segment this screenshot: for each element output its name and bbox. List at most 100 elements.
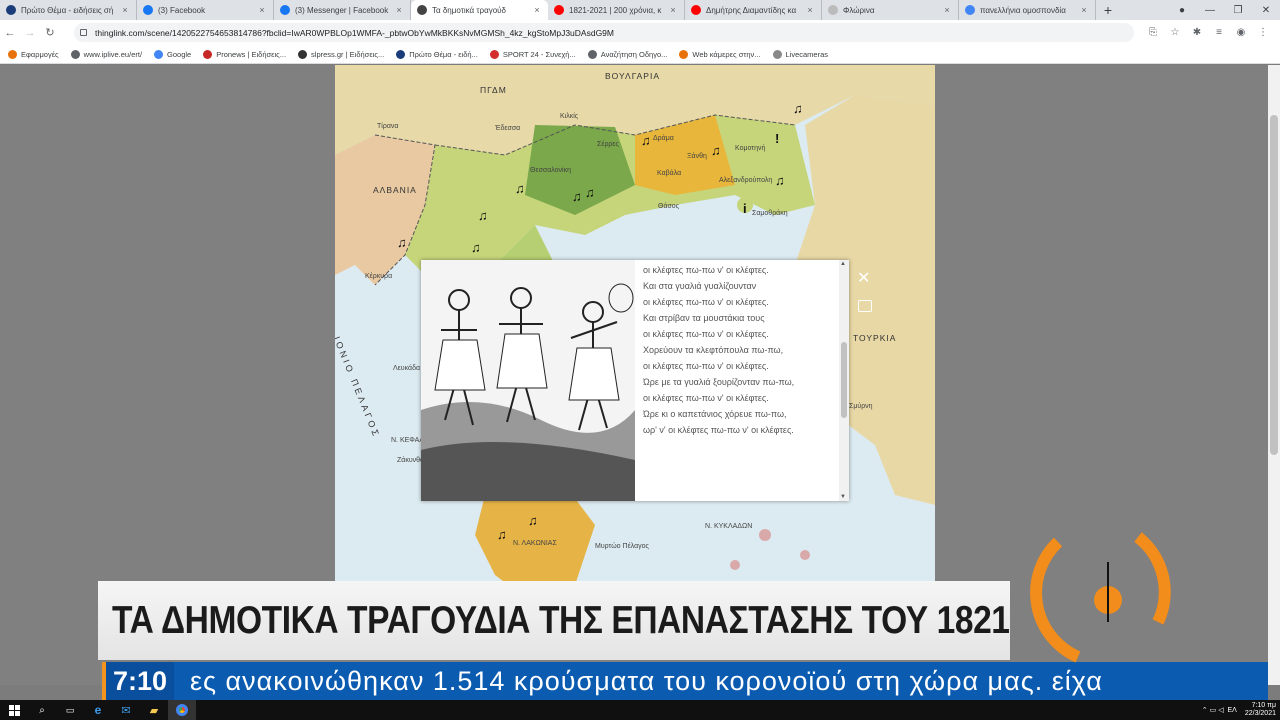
profile-avatar-icon[interactable]: ◉ [1230, 27, 1252, 38]
browser-tab[interactable]: Φλώρινα × [822, 0, 959, 20]
url-text: thinglink.com/scene/1420522754653814786?… [95, 27, 614, 38]
tab-label: (3) Messenger | Facebook [295, 5, 389, 15]
bookmark-item[interactable]: Αναζήτηση Οδηγο... [587, 49, 667, 59]
restore-button[interactable]: ❐ [1224, 5, 1252, 16]
map-label-alexandroupoli: Αλεξανδρούπολη [719, 177, 773, 184]
reload-button[interactable]: ↻ [40, 26, 60, 39]
bookmark-star-icon[interactable]: ☆ [1164, 27, 1186, 38]
music-note-icon[interactable]: ♫ [641, 133, 651, 148]
edge-browser-icon[interactable]: e [84, 700, 112, 720]
bookmark-item[interactable]: Pronews | Ειδήσεις... [203, 49, 286, 59]
lyric-line: Χορεύουν τα κλεφτόπουλα πω-πω, [643, 345, 784, 355]
tab-close-icon[interactable]: × [532, 5, 542, 15]
close-icon[interactable]: ✕ [857, 268, 870, 288]
window-controls: ● — ❐ ✕ [1168, 0, 1280, 20]
map-label-kilkis: Κιλκίς [560, 113, 579, 120]
bookmark-item[interactable]: SPORT 24 - Συνεχή... [489, 49, 576, 59]
bookmark-item[interactable]: Google [154, 49, 191, 59]
music-note-icon[interactable]: ♫ [585, 185, 595, 200]
audio-icon[interactable] [858, 300, 872, 312]
browser-tab[interactable]: (3) Messenger | Facebook × [274, 0, 411, 20]
browser-tab[interactable]: Πρώτο Θέμα - ειδήσεις σή × [0, 0, 137, 20]
map-label-xanthi: Ξάνθη [687, 153, 707, 160]
popup-scrollbar[interactable]: ▲ ▼ [839, 260, 849, 501]
scrollbar-thumb[interactable] [1270, 115, 1278, 455]
tab-favicon-icon [6, 5, 16, 15]
exclamation-icon[interactable]: ! [775, 131, 779, 146]
mail-icon[interactable]: ✉ [112, 700, 140, 720]
clock-date: 22/3/2021 [1244, 710, 1276, 717]
lyric-line: οι κλέφτες πω-πω ν' οι κλέφτες. [643, 265, 769, 275]
music-note-icon[interactable]: ♫ [711, 143, 721, 158]
lyric-line: ωρ' ν' οι κλέφτες πω-πω ν' οι κλέφτες. [643, 425, 794, 435]
bookmark-item[interactable]: slpress.gr | Ειδήσεις... [298, 49, 384, 59]
tab-close-icon[interactable]: × [394, 5, 404, 15]
browser-tab[interactable]: πανελλήνια ομοσπονδία × [959, 0, 1096, 20]
music-note-icon[interactable]: ♫ [471, 240, 481, 255]
browser-tab[interactable]: 1821-2021 | 200 χρόνια, κ × [548, 0, 685, 20]
network-icon[interactable]: ▭ [1210, 706, 1217, 714]
cyclades-island [800, 550, 810, 560]
tab-close-icon[interactable]: × [1079, 5, 1089, 15]
tab-favicon-icon [828, 5, 838, 15]
chrome-browser-icon[interactable] [168, 700, 196, 720]
browser-tab[interactable]: (3) Facebook × [137, 0, 274, 20]
volume-icon[interactable]: ◁ [1218, 706, 1223, 714]
windows-start-icon[interactable] [0, 700, 28, 720]
map-label-drama: Δράμα [653, 135, 674, 142]
browser-tab[interactable]: Τα δημοτικά τραγούδ × [411, 0, 548, 20]
bookmark-item[interactable]: www.iplive.eu/ert/ [70, 49, 143, 59]
map-label-thasos: Θάσος [658, 203, 680, 210]
music-note-icon[interactable]: ♫ [515, 181, 525, 196]
scroll-down-icon[interactable]: ▼ [840, 494, 846, 500]
cyclades-island [759, 529, 771, 541]
music-note-icon[interactable]: ♫ [793, 101, 803, 116]
language-indicator[interactable]: ΕΛ [1227, 707, 1236, 714]
music-note-icon[interactable]: ♫ [775, 173, 785, 188]
tray-arrow-icon[interactable]: ⌃ [1202, 706, 1208, 714]
bookmark-item[interactable]: Πρώτο Θέμα - ειδή... [396, 49, 478, 59]
minimize-button[interactable]: — [1196, 5, 1224, 16]
extensions-icon[interactable]: ✱ [1186, 27, 1208, 38]
file-explorer-icon[interactable]: ▰ [140, 700, 168, 720]
tab-close-icon[interactable]: × [120, 5, 130, 15]
popup-scroll-thumb[interactable] [841, 342, 847, 418]
taskbar-clock[interactable]: 7:10 πμ 22/3/2021 [1245, 702, 1276, 718]
forward-button[interactable]: → [20, 27, 40, 39]
task-view-icon[interactable]: ▭ [56, 700, 84, 720]
bookmark-favicon-icon [396, 49, 406, 59]
music-note-icon[interactable]: ♫ [497, 527, 507, 542]
lyric-line: Και στα γυαλιά γυαλίζουνταν [643, 281, 757, 291]
bookmark-item[interactable]: Web κάμερες στην... [679, 49, 761, 59]
tab-favicon-icon [143, 5, 153, 15]
tab-close-icon[interactable]: × [257, 5, 267, 15]
lyric-line: οι κλέφτες πω-πω ν' οι κλέφτες. [643, 361, 769, 371]
lyric-line: οι κλέφτες πω-πω ν' οι κλέφτες. [643, 329, 769, 339]
map-label-komotini: Κομοτηνή [735, 145, 766, 152]
scroll-up-icon[interactable]: ▲ [840, 261, 846, 267]
bookmark-label: www.iplive.eu/ert/ [83, 49, 143, 59]
address-bar[interactable]: thinglink.com/scene/1420522754653814786?… [74, 23, 1134, 42]
tab-close-icon[interactable]: × [668, 5, 678, 15]
tab-search-icon[interactable]: ● [1168, 5, 1196, 16]
music-note-icon[interactable]: ♫ [572, 189, 582, 204]
tab-close-icon[interactable]: × [942, 5, 952, 15]
info-icon[interactable]: i [743, 201, 747, 216]
music-note-icon[interactable]: ♫ [528, 513, 538, 528]
music-note-icon[interactable]: ♫ [397, 235, 407, 250]
menu-kebab-icon[interactable]: ⋮ [1252, 27, 1274, 38]
browser-tab[interactable]: Δημήτρης Διαμαντίδης κα × [685, 0, 822, 20]
search-icon[interactable]: ⌕ [28, 700, 56, 720]
translate-icon[interactable]: ⎘ [1142, 27, 1164, 38]
music-note-icon[interactable]: ♫ [478, 208, 488, 223]
bookmark-item[interactable]: Εφαρμογές [8, 49, 59, 59]
reading-list-icon[interactable]: ≡ [1208, 27, 1230, 38]
bookmark-item[interactable]: Livecameras [772, 49, 828, 59]
back-button[interactable]: ← [0, 27, 20, 39]
tab-close-icon[interactable]: × [805, 5, 815, 15]
new-tab-button[interactable]: + [1096, 0, 1120, 20]
close-window-button[interactable]: ✕ [1252, 5, 1280, 16]
bookmark-favicon-icon [70, 49, 80, 59]
page-scrollbar[interactable] [1268, 65, 1280, 685]
lyric-line: Και στρίβαν τα μουστάκια τους [643, 313, 765, 323]
